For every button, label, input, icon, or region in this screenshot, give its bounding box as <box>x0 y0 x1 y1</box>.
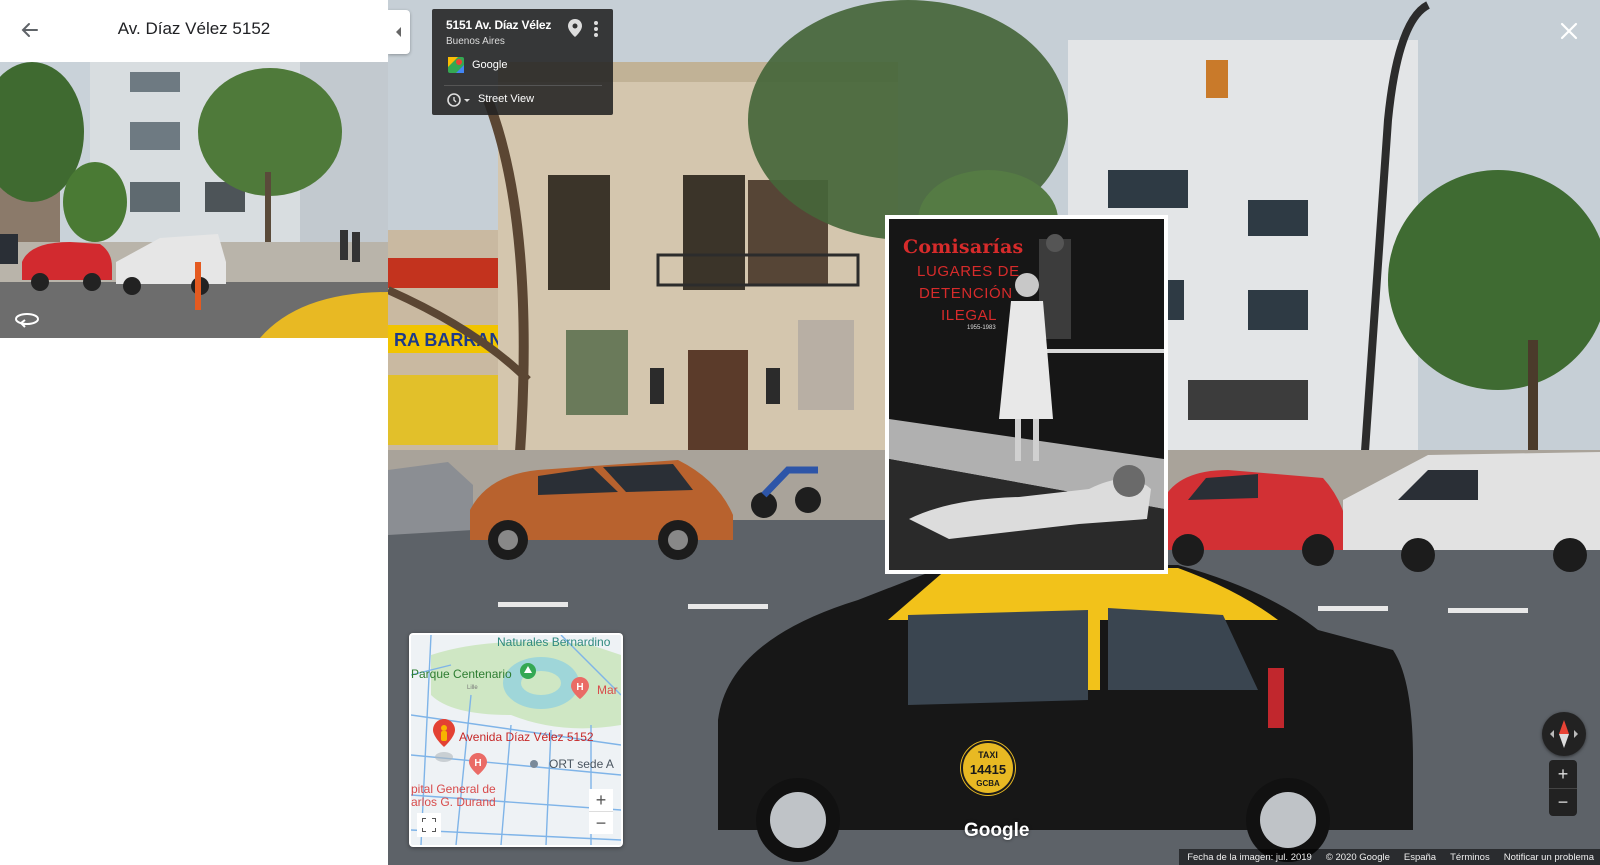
location-pin-icon[interactable] <box>568 19 582 37</box>
poster-image: Comisarías LUGARES DE DETENCIÓN ILEGAL 1… <box>889 219 1164 570</box>
poster-subtitle-line2: DETENCIÓN <box>919 285 1013 302</box>
map-label-mar: Mar <box>597 683 618 697</box>
terms-link[interactable]: Términos <box>1450 852 1490 863</box>
report-problem-link[interactable]: Notificar un problema <box>1504 852 1594 863</box>
zoom-control: + − <box>1549 760 1577 816</box>
history-clock-icon[interactable] <box>446 92 472 108</box>
map-label-address: Avenida Díaz Vélez 5152 <box>459 730 594 744</box>
taxi-agency: GCBA <box>976 779 1000 788</box>
map-label-parque: Parque Centenario <box>411 667 512 681</box>
poster-overlay: Comisarías LUGARES DE DETENCIÓN ILEGAL 1… <box>885 215 1168 574</box>
map-label-lille: Lille <box>467 685 478 691</box>
location-info-card: 5151 Av. Díaz Vélez Buenos Aires Google … <box>432 9 613 115</box>
map-label-naturales: Naturales Bernardino <box>497 635 611 649</box>
compass-button[interactable] <box>1542 712 1586 756</box>
compass-icon <box>1550 720 1578 748</box>
more-vert-icon[interactable] <box>590 19 602 39</box>
svg-text:H: H <box>576 682 583 693</box>
zoom-in-button[interactable]: + <box>1549 760 1577 789</box>
provider-label: Google <box>472 59 508 71</box>
map-label-hospital-line2: arlos G. Durand <box>411 795 496 809</box>
taxi-label: TAXI <box>978 750 998 760</box>
thumbnail-scene <box>0 62 388 338</box>
pegman-icon <box>433 719 455 762</box>
image-date: Fecha de la imagen: jul. 2019 <box>1187 851 1312 863</box>
rotate-360-icon[interactable] <box>12 306 42 332</box>
poster-subtitle-line3: ILEGAL <box>941 307 998 324</box>
poster-years: 1955-1983 <box>967 325 996 331</box>
side-panel: Av. Díaz Vélez 5152 <box>0 0 388 865</box>
map-label-ort: ORT sede A <box>549 757 614 771</box>
hospital-icon: H <box>469 753 487 775</box>
close-icon[interactable] <box>1560 22 1578 40</box>
panel-title: Av. Díaz Vélez 5152 <box>117 19 271 38</box>
map-label-hospital-line1: pital General de <box>411 782 496 796</box>
map-zoom-in-button[interactable]: + <box>589 789 613 812</box>
poster-title: Comisarías <box>903 236 1024 258</box>
poster-subtitle-line1: LUGARES DE <box>917 263 1020 280</box>
street-view-panorama[interactable]: RA BARRANCO TAXI 14415 GCBA 5151 Av. Día… <box>388 0 1600 865</box>
street-view-label[interactable]: Street View <box>478 93 534 105</box>
location-city: Buenos Aires <box>446 36 505 47</box>
location-title[interactable]: 5151 Av. Díaz Vélez <box>446 18 551 32</box>
footer-bar: Fecha de la imagen: jul. 2019 © 2020 Goo… <box>1179 849 1600 865</box>
copyright: © 2020 Google <box>1325 851 1390 863</box>
taxi-number: 14415 <box>970 762 1006 777</box>
park-tree-icon <box>520 663 536 679</box>
fullscreen-icon <box>422 818 436 832</box>
google-maps-logo-icon <box>448 57 464 73</box>
country-link[interactable]: España <box>1404 852 1436 863</box>
minimap[interactable]: Naturales Bernardino Parque Centenario M… <box>409 633 623 847</box>
map-zoom-out-button[interactable]: − <box>589 812 613 834</box>
collapse-panel-button[interactable] <box>388 10 410 54</box>
fullscreen-button[interactable] <box>417 813 441 837</box>
zoom-out-button[interactable]: − <box>1549 788 1577 816</box>
poi-dot-icon <box>530 760 538 768</box>
street-thumbnail[interactable] <box>0 62 388 338</box>
svg-text:H: H <box>474 758 481 769</box>
google-watermark: Google <box>964 820 1030 841</box>
hospital-icon: H <box>571 677 589 699</box>
card-divider <box>444 85 602 86</box>
collapse-chevron-icon <box>396 27 401 37</box>
panel-header: Av. Díaz Vélez 5152 <box>0 0 388 60</box>
